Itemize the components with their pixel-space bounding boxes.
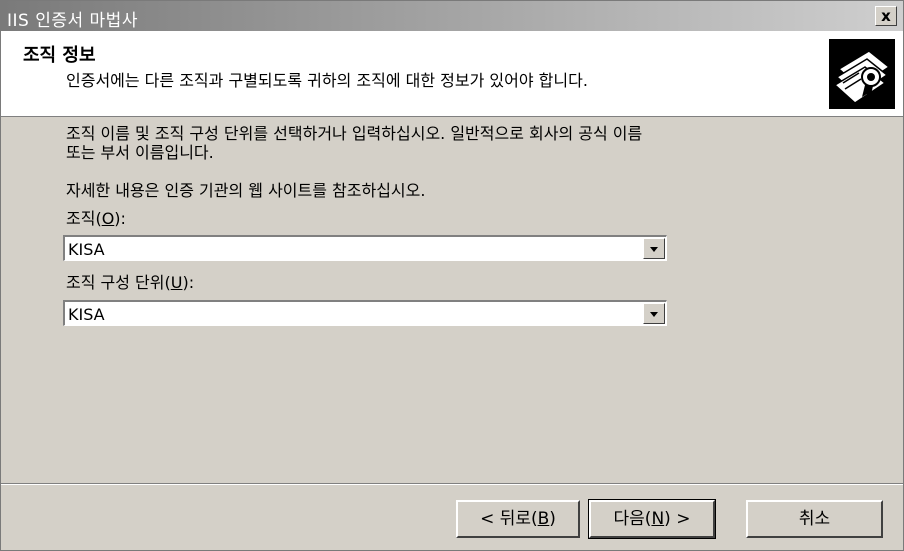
cancel-button[interactable]: 취소 [746, 500, 883, 538]
title-bar[interactable]: IIS 인증서 마법사 x [1, 1, 903, 31]
wizard-header: 조직 정보 인증서에는 다른 조직과 구별되도록 귀하의 조직에 대한 정보가 … [1, 31, 903, 117]
org-unit-label: 조직 구성 단위(U): [66, 273, 195, 292]
certificate-icon [829, 39, 895, 109]
org-unit-combobox[interactable]: KISA [63, 300, 667, 326]
organization-label: 조직(O): [66, 209, 126, 228]
instruction-line-3: 자세한 내용은 인증 기관의 웹 사이트를 참조하십시오. [66, 181, 426, 200]
close-button[interactable]: x [875, 6, 897, 26]
chevron-down-icon[interactable] [643, 303, 665, 324]
instruction-line-1: 조직 이름 및 조직 구성 단위를 선택하거나 입력하십시오. 일반적으로 회사… [66, 124, 643, 143]
next-button[interactable]: 다음(N) > [588, 499, 716, 539]
page-description: 인증서에는 다른 조직과 구별되도록 귀하의 조직에 대한 정보가 있어야 합니… [66, 71, 588, 90]
separator [1, 483, 903, 485]
organization-value[interactable]: KISA [68, 240, 105, 259]
chevron-down-icon[interactable] [643, 238, 665, 259]
wizard-window: IIS 인증서 마법사 x 조직 정보 인증서에는 다른 조직과 구별되도록 귀… [0, 0, 904, 551]
page-title: 조직 정보 [23, 45, 96, 66]
back-button[interactable]: < 뒤로(B) [456, 500, 580, 538]
organization-combobox[interactable]: KISA [63, 235, 667, 261]
window-title: IIS 인증서 마법사 [7, 11, 138, 31]
org-unit-value[interactable]: KISA [68, 305, 105, 324]
instruction-line-2: 또는 부서 이름입니다. [66, 143, 214, 162]
